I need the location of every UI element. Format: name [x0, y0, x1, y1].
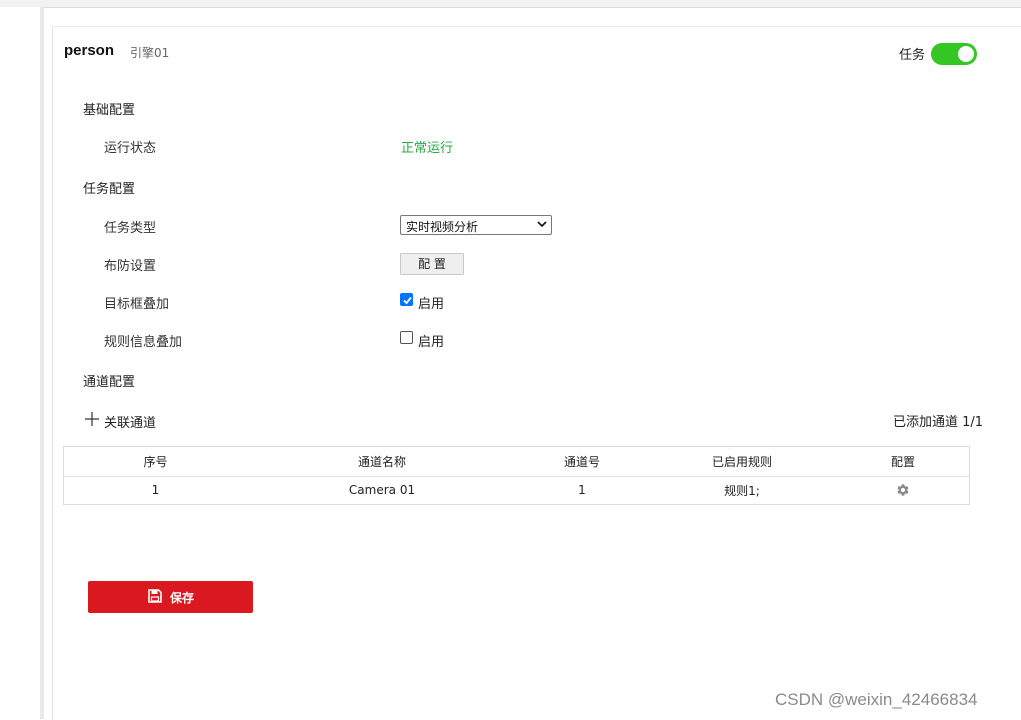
main-panel [52, 26, 1021, 720]
toggle-knob [958, 46, 974, 62]
cell-enabled-rules: 规则1; [724, 483, 760, 498]
cell-channel-no: 1 [578, 483, 586, 497]
col-header-enabled-rules: 已启用规则 [711, 455, 772, 469]
rule-overlay-label: 规则信息叠加 [104, 335, 183, 350]
add-channel-label: 关联通道 [104, 416, 157, 431]
target-overlay-enable-label: 启用 [418, 297, 445, 312]
top-strip [0, 0, 1021, 8]
rule-overlay-enable-label: 启用 [418, 335, 445, 350]
chevron-down-icon [537, 221, 547, 228]
table-header-row: 序号 通道名称 通道号 已启用规则 配置 [64, 447, 969, 477]
task-config-title: 任务配置 [83, 182, 136, 197]
arming-config-button[interactable]: 配 置 [400, 253, 464, 275]
col-header-index: 序号 [143, 455, 168, 469]
plus-icon [85, 412, 99, 426]
rule-overlay-checkbox[interactable] [400, 331, 413, 344]
col-header-config: 配置 [890, 455, 915, 469]
engine-subtitle: 引擎01 [130, 46, 170, 60]
channel-config-title: 通道配置 [83, 375, 136, 390]
task-type-value: 实时视频分析 [406, 220, 479, 234]
channel-table: 序号 通道名称 通道号 已启用规则 配置 1 Camera 01 1 规则1; [63, 446, 970, 505]
check-icon [403, 296, 412, 305]
row-config-cell [837, 476, 969, 504]
gear-icon[interactable] [896, 483, 910, 497]
basic-config-title: 基础配置 [83, 103, 136, 118]
engine-title: person [64, 42, 115, 59]
watermark: CSDN @weixin_42466834 [775, 690, 978, 709]
target-overlay-checkbox[interactable] [400, 293, 413, 306]
task-type-label: 任务类型 [104, 221, 157, 236]
col-header-channel-no: 通道号 [563, 455, 600, 469]
cell-index: 1 [151, 483, 160, 497]
pane-divider[interactable] [40, 7, 44, 719]
save-icon [148, 589, 162, 603]
arming-label: 布防设置 [104, 259, 157, 274]
run-status-value: 正常运行 [401, 141, 454, 156]
save-button[interactable]: 保存 [88, 581, 253, 613]
run-status-label: 运行状态 [104, 141, 157, 156]
col-header-channel-name: 通道名称 [357, 455, 406, 469]
task-type-select[interactable]: 实时视频分析 [400, 215, 552, 235]
added-channel-count: 已添加通道 1/1 [893, 415, 984, 430]
table-row: 1 Camera 01 1 规则1; [64, 476, 969, 504]
left-pane [0, 7, 40, 719]
save-label: 保存 [170, 591, 195, 605]
cell-channel-name: Camera 01 [348, 483, 416, 497]
task-toggle[interactable] [931, 43, 977, 65]
target-overlay-label: 目标框叠加 [104, 297, 170, 312]
task-toggle-label: 任务 [899, 48, 926, 63]
